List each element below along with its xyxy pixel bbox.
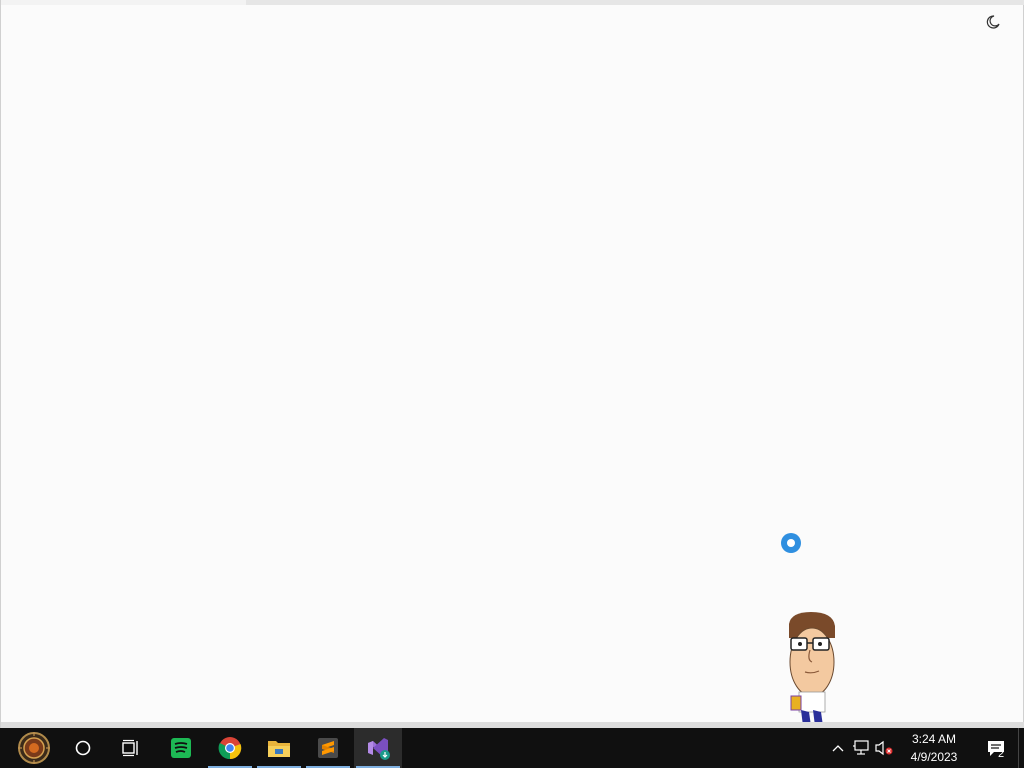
start-button[interactable] [10, 728, 58, 768]
loading-progress-fill [1, 0, 246, 5]
crescent-moon-icon[interactable] [985, 14, 1001, 30]
taskbar-clock[interactable]: 3:24 AM 4/9/2023 [898, 728, 970, 768]
green-document-icon [171, 738, 191, 758]
cartoon-mascot-image [779, 610, 845, 728]
sheets-app-button[interactable] [157, 728, 205, 768]
clock-time: 3:24 AM [911, 732, 957, 746]
start-orb-icon [18, 732, 50, 764]
file-explorer-button[interactable] [255, 728, 303, 768]
task-view-icon [122, 739, 138, 757]
task-view-button[interactable] [107, 728, 155, 768]
notification-count-badge: 2 [997, 748, 1005, 760]
loading-progress-strip [1, 0, 1024, 5]
show-desktop-button[interactable] [1018, 728, 1024, 768]
circle-search-icon [75, 740, 91, 756]
cortana-search-button[interactable] [59, 728, 107, 768]
folder-icon [268, 741, 290, 757]
visual-studio-icon [368, 738, 390, 760]
visual-studio-installer-button[interactable] [354, 728, 402, 768]
app-window [0, 0, 1024, 728]
sublime-text-button[interactable] [304, 728, 352, 768]
chrome-app-button[interactable] [206, 728, 254, 768]
loading-spinner-icon [781, 533, 801, 553]
chrome-icon [218, 737, 242, 760]
clock-date: 4/9/2023 [910, 750, 958, 764]
volume-muted-icon[interactable] [874, 738, 894, 758]
sublime-icon [318, 738, 338, 758]
network-icon[interactable] [851, 738, 871, 758]
taskbar: 3:24 AM 4/9/2023 2 [0, 728, 1024, 768]
chevron-up-icon[interactable] [828, 738, 848, 758]
